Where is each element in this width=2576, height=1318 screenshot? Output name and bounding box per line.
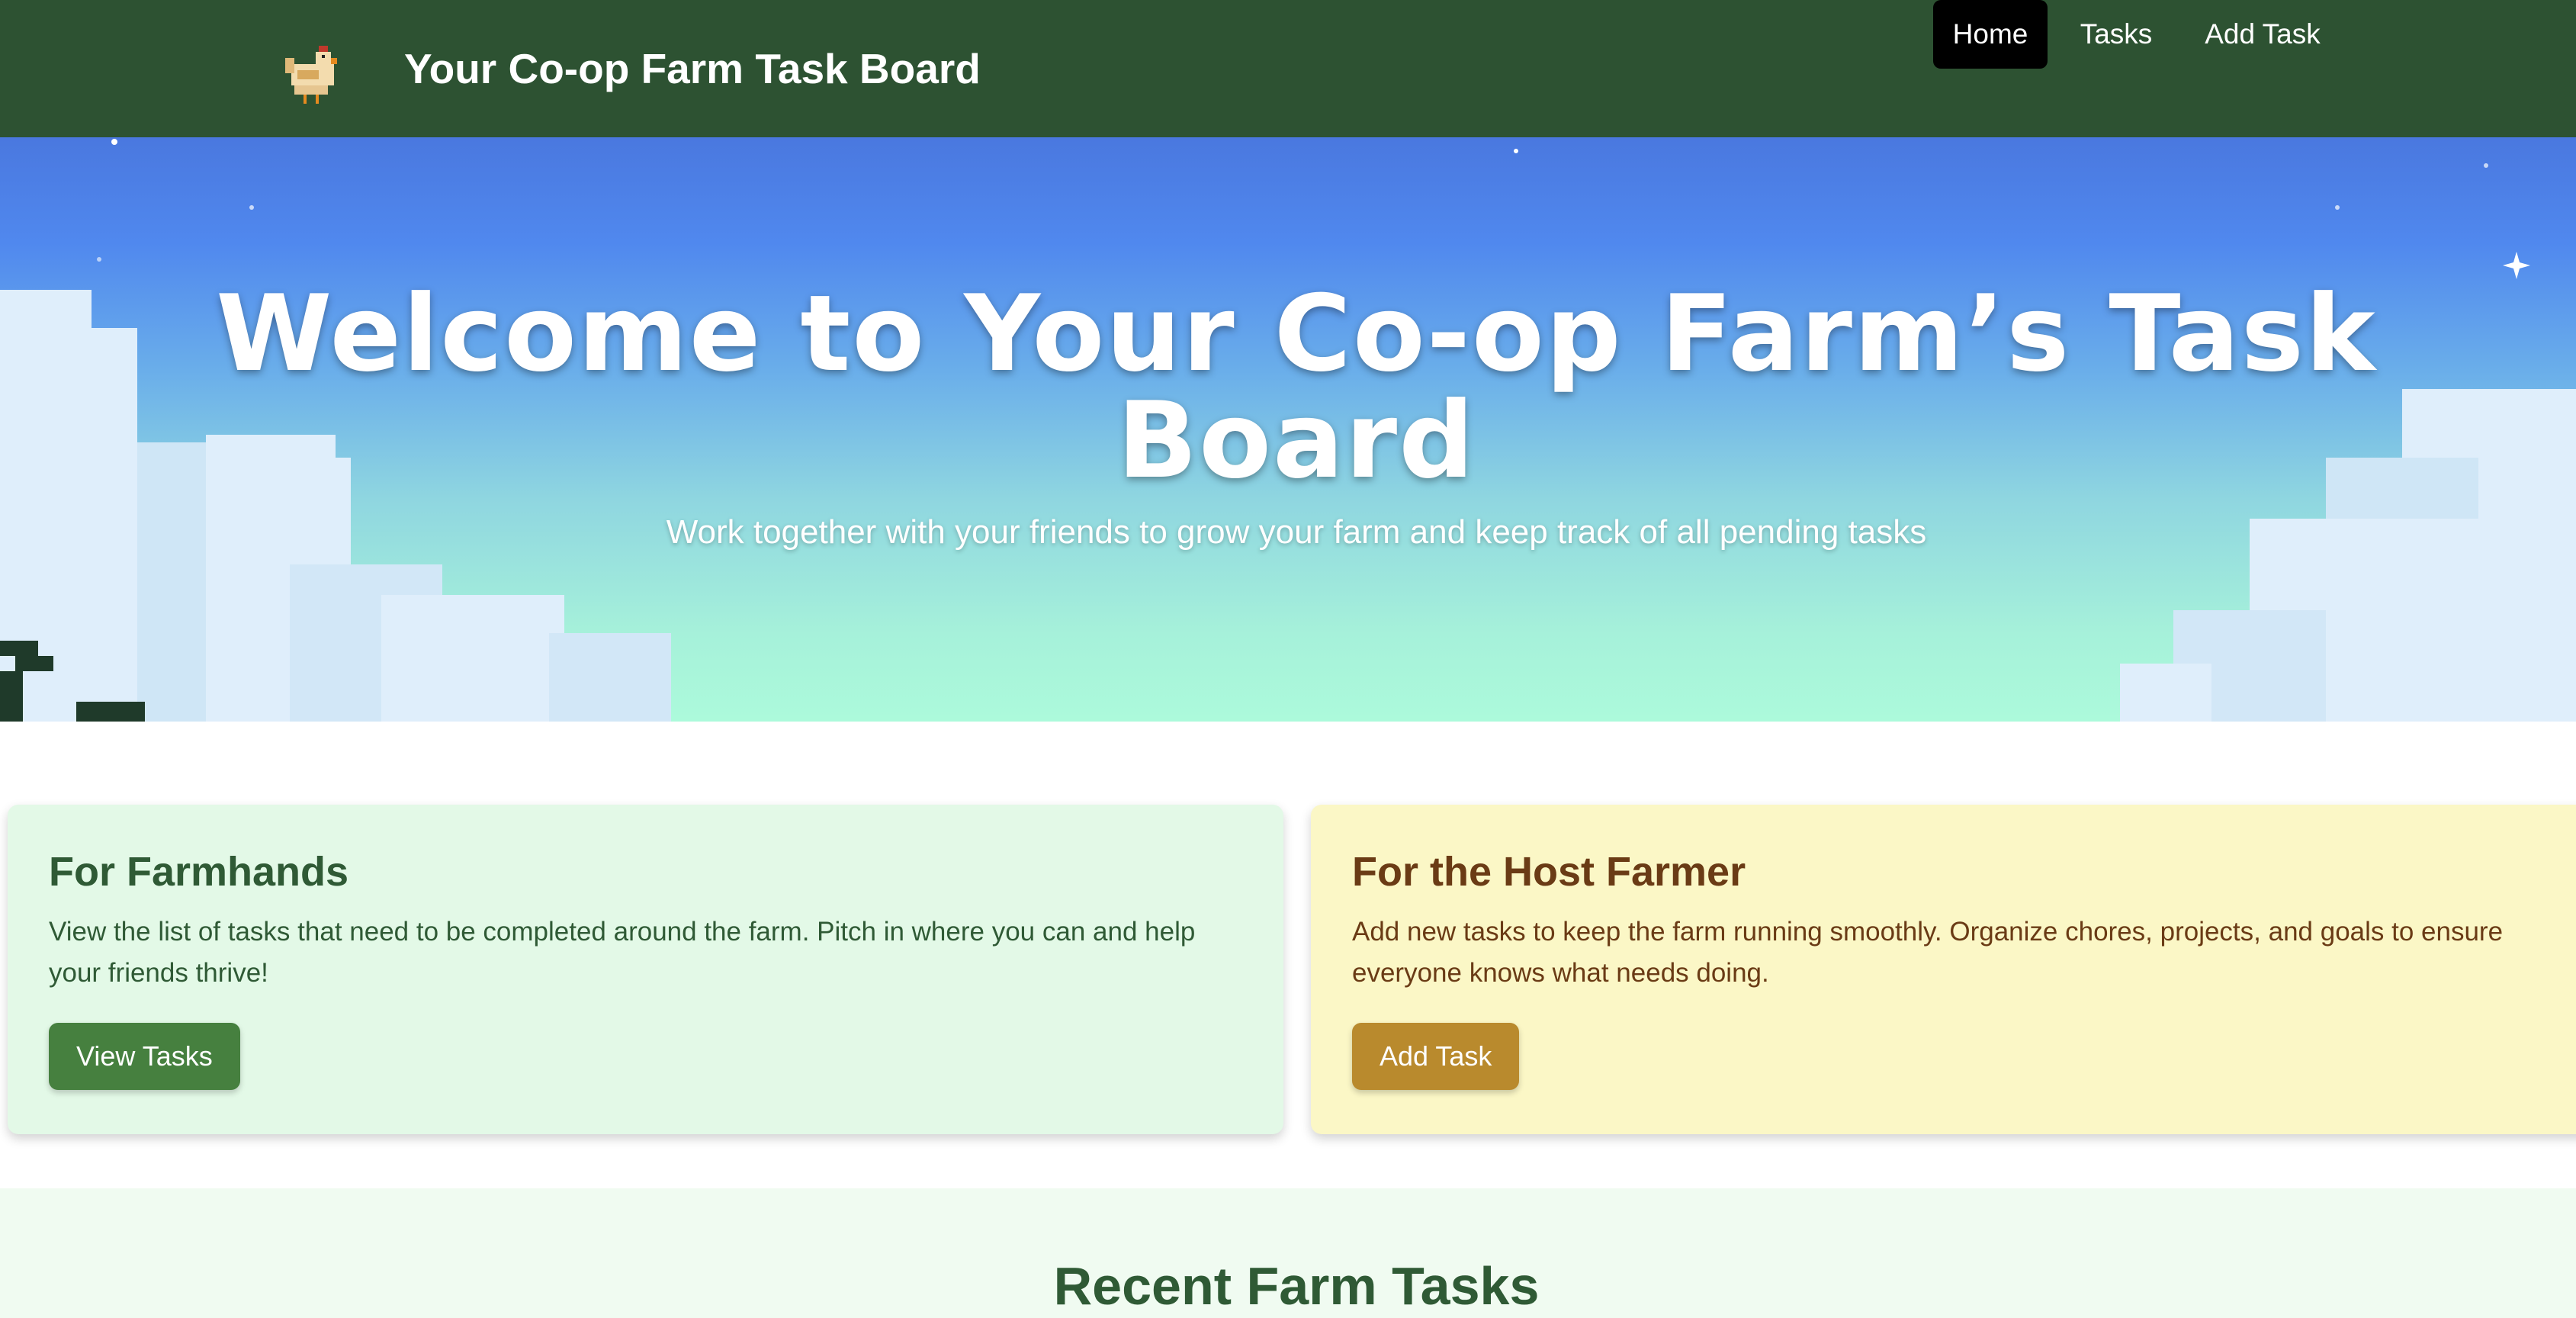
farmhands-card-title: For Farmhands xyxy=(49,849,349,895)
hero-title: Welcome to Your Co-op Farm’s Task Board xyxy=(216,272,2377,502)
nav-home[interactable]: Home xyxy=(1933,0,2048,69)
add-task-button[interactable]: Add Task xyxy=(1352,1023,1520,1090)
recent-tasks-section: Recent Farm Tasks xyxy=(0,1188,2576,1318)
view-tasks-button[interactable]: View Tasks xyxy=(49,1023,240,1090)
farmhands-card: For Farmhands View the list of tasks tha… xyxy=(8,805,1283,1134)
nav-add-task[interactable]: Add Task xyxy=(2190,0,2335,69)
nav-tasks[interactable]: Tasks xyxy=(2067,0,2166,69)
site-header: Your Co-op Farm Task Board Home Tasks Ad… xyxy=(0,0,2576,137)
recent-tasks-title: Recent Farm Tasks xyxy=(1053,1256,1540,1316)
site-title: Your Co-op Farm Task Board xyxy=(404,45,981,92)
host-farmer-card: For the Host Farmer Add new tasks to kee… xyxy=(1311,805,2576,1134)
chicken-icon xyxy=(285,46,337,104)
hero-subtitle: Work together with your friends to grow … xyxy=(666,513,1927,551)
host-card-text: Add new tasks to keep the farm running s… xyxy=(1352,917,2504,988)
hero-banner: Welcome to Your Co-op Farm’s Task Board … xyxy=(0,137,2576,722)
farmhands-card-text: View the list of tasks that need to be c… xyxy=(49,917,1196,988)
host-card-title: For the Host Farmer xyxy=(1352,849,1746,895)
